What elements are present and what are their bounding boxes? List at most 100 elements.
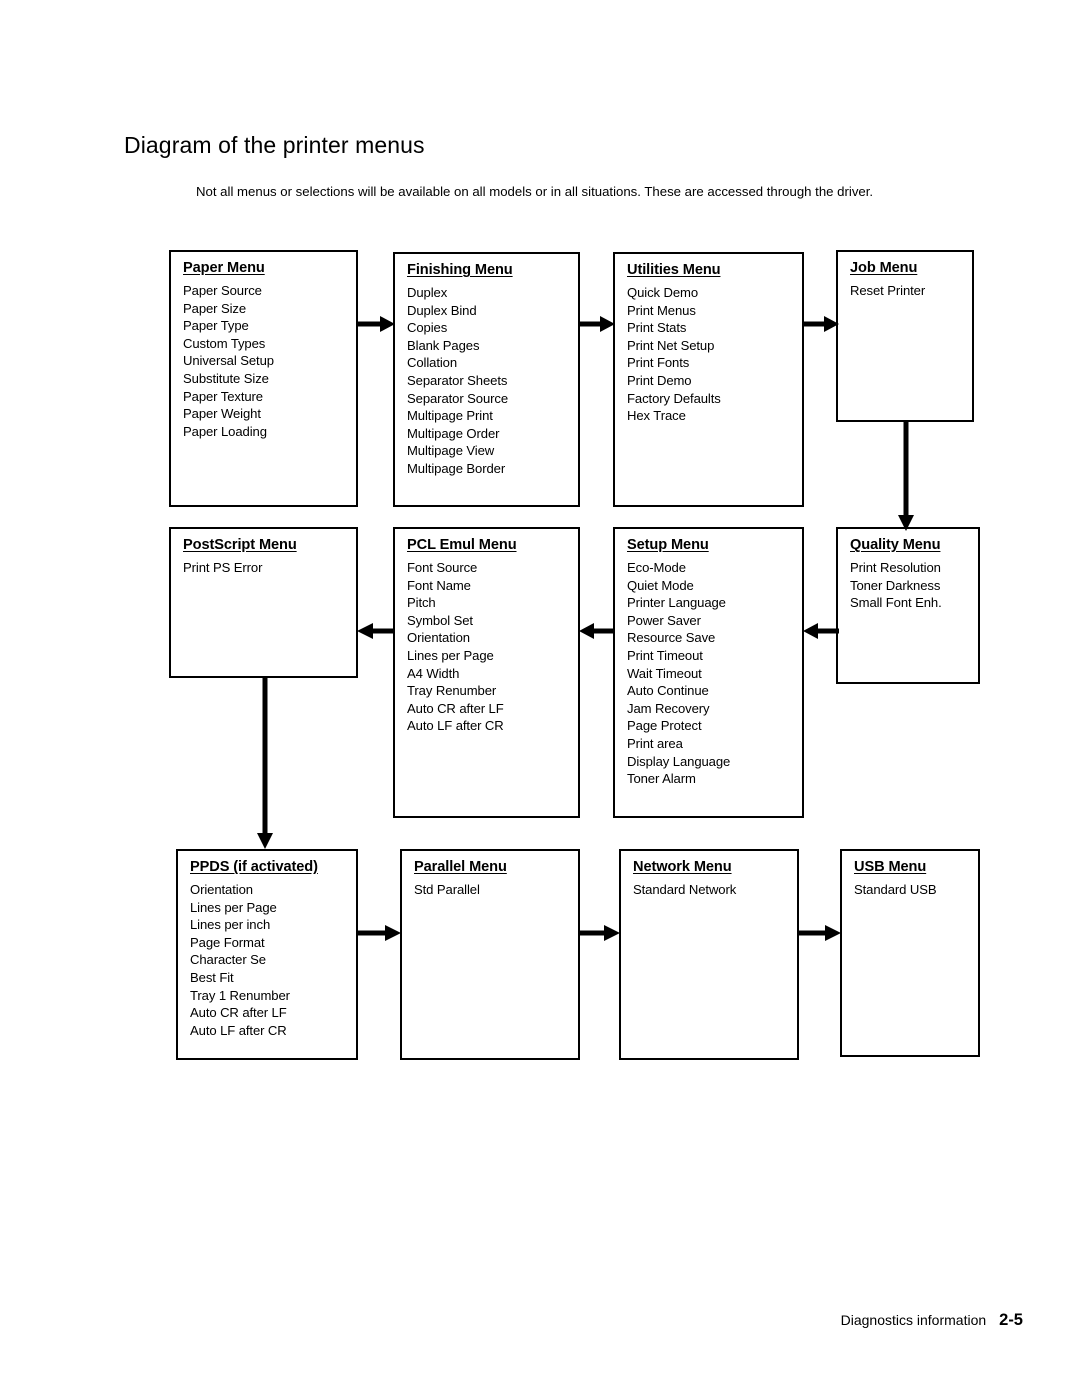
menu-item: Auto Continue: [627, 683, 709, 699]
menu-item: Reset Printer: [850, 283, 926, 298]
menu-item: Symbol Set: [407, 612, 473, 628]
menu-item: Printer Language: [627, 595, 726, 611]
menu-items-quality: Print Resolution Toner Darkness Small Fo…: [850, 559, 974, 612]
menu-title-network: Network Menu: [633, 859, 732, 875]
menu-box-network: Network Menu Standard Network: [619, 849, 799, 1060]
menu-box-postscript: PostScript Menu Print PS Error: [169, 527, 358, 678]
menu-title-finishing: Finishing Menu: [407, 262, 513, 278]
menu-item: Auto LF after CR: [190, 1022, 287, 1038]
menu-items-usb: Standard USB: [854, 881, 974, 899]
menu-title-postscript: PostScript Menu: [183, 537, 297, 553]
menu-item: Auto CR after LF: [190, 1005, 287, 1021]
menu-item: Eco-Mode: [627, 560, 686, 575]
menu-item: Paper Source: [183, 283, 262, 298]
menu-item: Duplex: [407, 285, 448, 300]
menu-item: Std Parallel: [414, 882, 480, 897]
menu-item: Standard Network: [633, 882, 737, 897]
menu-item: Small Font Enh.: [850, 595, 942, 611]
menu-box-usb: USB Menu Standard USB: [840, 849, 980, 1057]
menu-item: Print area: [627, 735, 683, 751]
footer-section-label: Diagnostics information: [840, 1312, 987, 1328]
menu-title-usb: USB Menu: [854, 859, 927, 875]
menu-item: Blank Pages: [407, 337, 480, 353]
menu-item: Paper Texture: [183, 388, 263, 404]
arrow-finishing-to-utilities: [579, 313, 615, 335]
menu-title-paper: Paper Menu: [183, 260, 265, 276]
menu-item: Multipage Print: [407, 408, 493, 424]
menu-item: Print Timeout: [627, 647, 703, 663]
footer-page-number: 2-5: [999, 1311, 1023, 1329]
menu-item: Separator Sheets: [407, 372, 508, 388]
menu-items-parallel: Std Parallel: [414, 881, 574, 899]
menu-title-ppds: PPDS (if activated): [190, 859, 318, 875]
menu-item: Print PS Error: [183, 560, 263, 575]
menu-item: Multipage Border: [407, 460, 506, 476]
menu-box-ppds: PPDS (if activated) Orientation Lines pe…: [176, 849, 358, 1060]
menu-item: Print Demo: [627, 372, 692, 388]
menu-item: Auto CR after LF: [407, 700, 504, 716]
arrow-setup-to-pcl-emul: [579, 620, 615, 642]
menu-items-postscript: Print PS Error: [183, 559, 352, 577]
menu-item: Display Language: [627, 753, 731, 769]
menu-item: Duplex Bind: [407, 302, 477, 318]
menu-item: Best Fit: [190, 969, 234, 985]
menu-item: Print Net Setup: [627, 337, 715, 353]
menu-box-quality: Quality Menu Print Resolution Toner Dark…: [836, 527, 980, 684]
menu-item: Substitute Size: [183, 370, 269, 386]
menu-item: Page Format: [190, 934, 265, 950]
menu-item: Lines per inch: [190, 917, 271, 933]
arrow-utilities-to-job: [803, 313, 839, 335]
menu-item: Orientation: [407, 630, 470, 646]
menu-item: Font Name: [407, 577, 471, 593]
menu-item: Paper Loading: [183, 423, 267, 439]
menu-title-job: Job Menu: [850, 260, 918, 276]
menu-items-ppds: Orientation Lines per Page Lines per inc…: [190, 881, 352, 1039]
menu-item: Copies: [407, 320, 448, 336]
menu-items-network: Standard Network: [633, 881, 793, 899]
menu-item: Tray Renumber: [407, 683, 497, 699]
menu-items-pcl-emul: Font Source Font Name Pitch Symbol Set O…: [407, 559, 574, 735]
menu-item: Orientation: [190, 882, 253, 897]
arrow-pcl-emul-to-postscript: [357, 620, 394, 642]
menu-item: Paper Weight: [183, 406, 261, 422]
menu-item: Standard USB: [854, 882, 937, 897]
menu-item: Font Source: [407, 560, 478, 575]
menu-title-quality: Quality Menu: [850, 537, 941, 553]
menu-box-pcl-emul: PCL Emul Menu Font Source Font Name Pitc…: [393, 527, 580, 818]
menu-item: Quick Demo: [627, 285, 699, 300]
menu-box-parallel: Parallel Menu Std Parallel: [400, 849, 580, 1060]
menu-item: Resource Save: [627, 630, 716, 646]
menu-item: Separator Source: [407, 390, 509, 406]
menu-item: Print Fonts: [627, 355, 690, 371]
menu-box-finishing: Finishing Menu Duplex Duplex Bind Copies…: [393, 252, 580, 507]
page-footer: Diagnostics information 2-5: [841, 1311, 1023, 1330]
menu-item: Power Saver: [627, 612, 701, 628]
arrow-postscript-to-ppds: [254, 677, 276, 849]
menu-item: Toner Darkness: [850, 577, 941, 593]
menu-item: Lines per Page: [190, 899, 277, 915]
menu-item: Jam Recovery: [627, 700, 710, 716]
menu-title-pcl-emul: PCL Emul Menu: [407, 537, 517, 553]
menu-box-setup: Setup Menu Eco-Mode Quiet Mode Printer L…: [613, 527, 804, 818]
menu-item: A4 Width: [407, 665, 460, 681]
menu-item: Toner Alarm: [627, 771, 696, 787]
menu-title-setup: Setup Menu: [627, 537, 709, 553]
menu-item: Paper Type: [183, 318, 249, 334]
menu-item: Print Resolution: [850, 560, 941, 575]
menu-item: Hex Trace: [627, 408, 686, 424]
menu-item: Factory Defaults: [627, 390, 721, 406]
menu-item: Page Protect: [627, 718, 702, 734]
menu-item: Paper Size: [183, 300, 247, 316]
arrow-ppds-to-parallel: [358, 922, 401, 944]
menu-items-job: Reset Printer: [850, 282, 968, 300]
menu-item: Lines per Page: [407, 647, 494, 663]
menu-item: Collation: [407, 355, 458, 371]
arrow-job-to-quality: [895, 421, 917, 531]
menu-item: Pitch: [407, 595, 436, 611]
menu-box-utilities: Utilities Menu Quick Demo Print Menus Pr…: [613, 252, 804, 507]
menu-item: Print Stats: [627, 320, 687, 336]
menu-item: Custom Types: [183, 335, 266, 351]
menu-items-finishing: Duplex Duplex Bind Copies Blank Pages Co…: [407, 284, 574, 478]
menu-item: Wait Timeout: [627, 665, 702, 681]
menu-title-utilities: Utilities Menu: [627, 262, 721, 278]
